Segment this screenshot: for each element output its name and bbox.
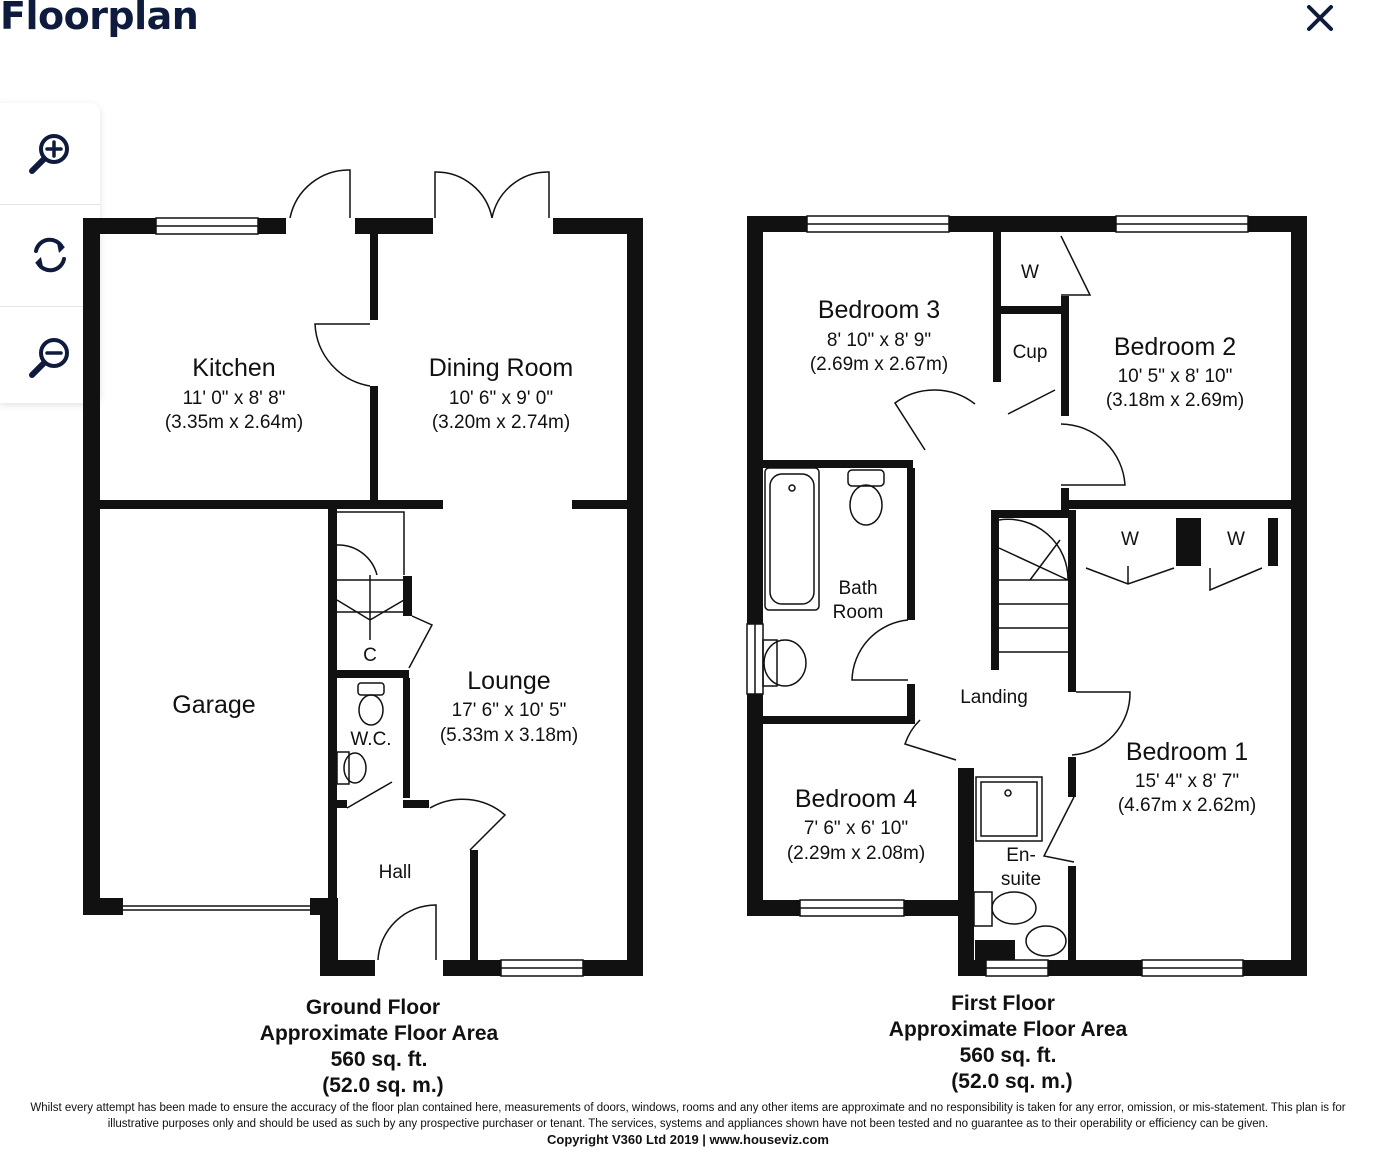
ensuite-label-line2: suite <box>1001 869 1041 890</box>
bedroom-4-name: Bedroom 4 <box>795 785 917 813</box>
ground-floor-area-caption: Approximate Floor Area <box>260 1022 499 1045</box>
lounge-dim-metric: (5.33m x 3.18m) <box>440 725 578 746</box>
disclaimer-line-2: illustrative purposes only and should be… <box>107 1118 1269 1130</box>
ground-floor-area-sqft: 560 sq. ft. <box>331 1048 428 1071</box>
floorplan-drawing: Kitchen 11' 0" x 8' 8" (3.35m x 2.64m) D… <box>83 169 1307 1097</box>
bedroom-1-dim-metric: (4.67m x 2.62m) <box>1118 795 1256 816</box>
disclaimer: Whilst every attempt has been made to en… <box>0 1100 1376 1148</box>
dining-room-name: Dining Room <box>429 354 574 382</box>
bedroom-2-name: Bedroom 2 <box>1114 333 1236 361</box>
lounge-name: Lounge <box>467 667 550 695</box>
cupboard-label: C <box>363 645 377 666</box>
bathroom-label-line2: Room <box>833 602 884 623</box>
hall-label: Hall <box>379 862 412 883</box>
dining-room-dim-metric: (3.20m x 2.74m) <box>432 412 570 433</box>
copyright: Copyright V360 Ltd 2019 | www.houseviz.c… <box>546 1132 829 1147</box>
first-floor-plan: Bedroom 3 8' 10" x 8' 9" (2.69m x 2.67m)… <box>746 215 1307 1093</box>
first-floor-room-labels: Bedroom 3 8' 10" x 8' 9" (2.69m x 2.67m)… <box>787 262 1256 890</box>
landing-label: Landing <box>960 687 1028 708</box>
kitchen-dim-metric: (3.35m x 2.64m) <box>165 412 303 433</box>
bedroom-3-name: Bedroom 3 <box>818 296 940 324</box>
bedroom-2-dim-imperial: 10' 5" x 8' 10" <box>1118 366 1233 387</box>
wc-label: W.C. <box>350 729 391 750</box>
garage-name: Garage <box>172 691 255 719</box>
bedroom-3-dim-metric: (2.69m x 2.67m) <box>810 354 948 375</box>
cupboard-label: Cup <box>1013 342 1048 363</box>
first-floor-area-sqm: (52.0 sq. m.) <box>951 1070 1072 1093</box>
lounge-dim-imperial: 17' 6" x 10' 5" <box>452 700 567 721</box>
wardrobe-label-2: W <box>1227 529 1245 550</box>
first-floor-area-sqft: 560 sq. ft. <box>960 1044 1057 1067</box>
kitchen-name: Kitchen <box>192 354 275 382</box>
ground-floor-area-sqm: (52.0 sq. m.) <box>322 1074 443 1097</box>
first-floor-area-caption: Approximate Floor Area <box>889 1018 1128 1041</box>
bedroom-3-dim-imperial: 8' 10" x 8' 9" <box>827 330 931 351</box>
disclaimer-line-1: Whilst every attempt has been made to en… <box>30 1102 1346 1114</box>
ground-floor-plan: Kitchen 11' 0" x 8' 8" (3.35m x 2.64m) D… <box>83 169 643 1097</box>
ground-floor-walls <box>83 218 643 976</box>
first-floor-title: First Floor <box>951 992 1055 1015</box>
bedroom-1-name: Bedroom 1 <box>1126 738 1248 766</box>
ensuite-label-line1: En- <box>1006 845 1036 866</box>
bedroom-4-dim-imperial: 7' 6" x 6' 10" <box>804 818 908 839</box>
bedroom-2-dim-metric: (3.18m x 2.69m) <box>1106 390 1244 411</box>
kitchen-dim-imperial: 11' 0" x 8' 8" <box>183 388 286 409</box>
dining-room-dim-imperial: 10' 6" x 9' 0" <box>449 388 553 409</box>
bedroom-4-dim-metric: (2.29m x 2.08m) <box>787 843 925 864</box>
first-floor-area-label: First Floor Approximate Floor Area 560 s… <box>889 992 1128 1093</box>
bedroom-1-dim-imperial: 15' 4" x 8' 7" <box>1135 771 1239 792</box>
bathroom-label-line1: Bath <box>838 578 877 599</box>
wardrobe-label-1: W <box>1121 529 1139 550</box>
ground-floor-area-label: Ground Floor Approximate Floor Area 560 … <box>260 996 499 1097</box>
ground-floor-title: Ground Floor <box>306 996 440 1019</box>
wardrobe-label-top: W <box>1021 262 1039 283</box>
